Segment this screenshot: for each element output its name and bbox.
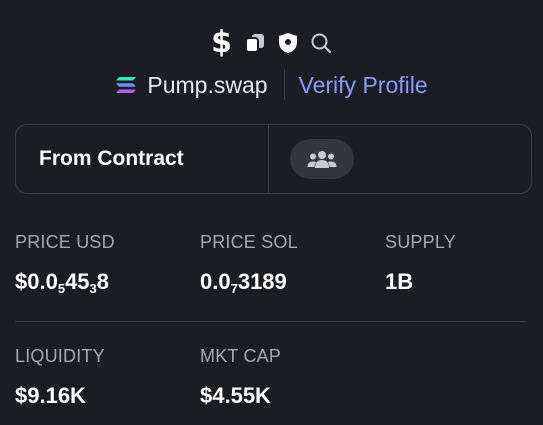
dex-name: Pump.swap xyxy=(115,72,283,99)
from-contract-label: From Contract xyxy=(16,125,269,193)
liquidity-value: $9.16K xyxy=(15,383,86,408)
contract-holders-section xyxy=(269,125,531,193)
price-usd-value: $0.054538 xyxy=(15,269,110,296)
holders-button[interactable] xyxy=(290,139,354,179)
liquidity-label: LIQUIDITY xyxy=(15,346,105,366)
mkt-cap-label: MKT CAP xyxy=(200,346,282,366)
stat-price-sol: PRICE SOL 0.073189 xyxy=(200,232,298,296)
price-sol-value: 0.073189 xyxy=(200,269,287,296)
stat-mkt-cap: MKT CAP $4.55K xyxy=(200,346,281,409)
users-icon xyxy=(307,149,337,169)
mkt-cap-value: $4.55K xyxy=(200,383,271,408)
stat-liquidity: LIQUIDITY $9.16K xyxy=(15,346,105,409)
contract-source-box: From Contract xyxy=(15,124,532,194)
price-sol-label: PRICE SOL xyxy=(200,232,298,252)
solana-icon xyxy=(115,76,137,94)
stat-supply: SUPPLY 1B xyxy=(385,232,456,295)
token-actions-bar: $ xyxy=(0,26,543,60)
copy-icon[interactable] xyxy=(244,32,266,54)
supply-value: 1B xyxy=(385,269,414,294)
stat-price-usd: PRICE USD $0.054538 xyxy=(15,232,115,296)
price-usd-label: PRICE USD xyxy=(15,232,115,252)
stats-divider xyxy=(15,321,526,322)
dex-title-row: Pump.swap Verify Profile xyxy=(0,68,543,102)
shield-icon[interactable] xyxy=(278,32,298,54)
dex-name-label: Pump.swap xyxy=(147,71,268,98)
dollar-icon[interactable]: $ xyxy=(211,28,232,58)
supply-label: SUPPLY xyxy=(385,232,456,252)
verify-profile-link[interactable]: Verify Profile xyxy=(285,72,428,99)
search-icon[interactable] xyxy=(310,32,332,54)
